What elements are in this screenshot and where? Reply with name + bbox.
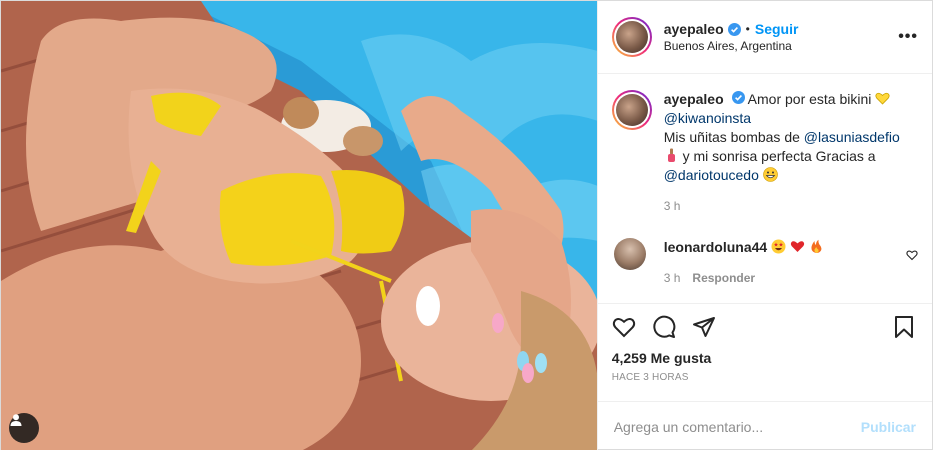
more-options-button[interactable]: ••• bbox=[898, 28, 918, 46]
star-struck-icon bbox=[771, 239, 786, 254]
separator-dot: • bbox=[745, 22, 750, 36]
user-tags-button[interactable] bbox=[9, 413, 39, 443]
person-icon bbox=[10, 414, 22, 426]
caption-text-2: Mis uñitas bombas de bbox=[663, 129, 804, 145]
caption-text-3: y mi sonrisa perfecta Gracias a bbox=[678, 148, 876, 164]
caption-avatar[interactable] bbox=[611, 90, 652, 130]
author-avatar[interactable] bbox=[611, 17, 652, 57]
save-bookmark-icon[interactable] bbox=[892, 315, 916, 339]
photo-illustration bbox=[1, 1, 597, 450]
caption-time: 3 h bbox=[663, 199, 681, 213]
post-photo[interactable] bbox=[1, 1, 597, 450]
comment-input[interactable] bbox=[613, 418, 861, 435]
comment-bubble-icon[interactable] bbox=[652, 315, 676, 339]
post-header: ayepaleo • Seguir Buenos Aires, Argentin… bbox=[597, 1, 932, 74]
reply-button[interactable]: Responder bbox=[692, 271, 755, 285]
post-timestamp[interactable]: HACE 3 HORAS bbox=[598, 366, 932, 383]
share-paper-plane-icon[interactable] bbox=[692, 315, 716, 339]
commenter-avatar[interactable] bbox=[613, 238, 646, 270]
mention-link[interactable]: @dariotoucedo bbox=[664, 167, 759, 183]
action-bar bbox=[598, 304, 932, 350]
yellow-heart-icon bbox=[875, 91, 890, 106]
mention-link[interactable]: @lasuniasdefio bbox=[804, 129, 900, 145]
instagram-post: ayepaleo • Seguir Buenos Aires, Argentin… bbox=[0, 0, 933, 450]
comment-time: 3 h bbox=[663, 271, 681, 285]
fire-icon bbox=[809, 239, 824, 254]
caption-text-1: Amor por esta bikini bbox=[744, 91, 876, 107]
follow-button[interactable]: Seguir bbox=[755, 21, 799, 37]
caption: ayepaleo Amor por esta bikini @kiwanoins… bbox=[611, 90, 918, 216]
verified-badge-icon bbox=[731, 91, 745, 104]
publish-button[interactable]: Publicar bbox=[861, 419, 916, 435]
likes-count[interactable]: 4,259 Me gusta bbox=[598, 350, 932, 366]
commenter-username[interactable]: leonardoluna44 bbox=[664, 239, 767, 255]
post-details-panel: ayepaleo • Seguir Buenos Aires, Argentin… bbox=[596, 1, 932, 450]
nail-polish-icon bbox=[664, 148, 679, 163]
red-heart-icon bbox=[790, 239, 805, 254]
comments-section: ayepaleo Amor por esta bikini @kiwanoins… bbox=[597, 74, 932, 304]
caption-username[interactable]: ayepaleo bbox=[664, 91, 724, 107]
grinning-face-icon bbox=[762, 167, 778, 182]
comment-item: leonardoluna44 3 h Responder bbox=[612, 238, 918, 288]
mention-link[interactable]: @kiwanoinsta bbox=[664, 110, 751, 126]
like-heart-icon[interactable] bbox=[612, 315, 636, 339]
author-username[interactable]: ayepaleo bbox=[664, 21, 724, 37]
verified-badge-icon bbox=[727, 22, 741, 36]
like-comment-heart-icon[interactable] bbox=[906, 248, 918, 266]
post-location[interactable]: Buenos Aires, Argentina bbox=[664, 39, 898, 53]
add-comment-bar: Publicar bbox=[597, 401, 932, 450]
